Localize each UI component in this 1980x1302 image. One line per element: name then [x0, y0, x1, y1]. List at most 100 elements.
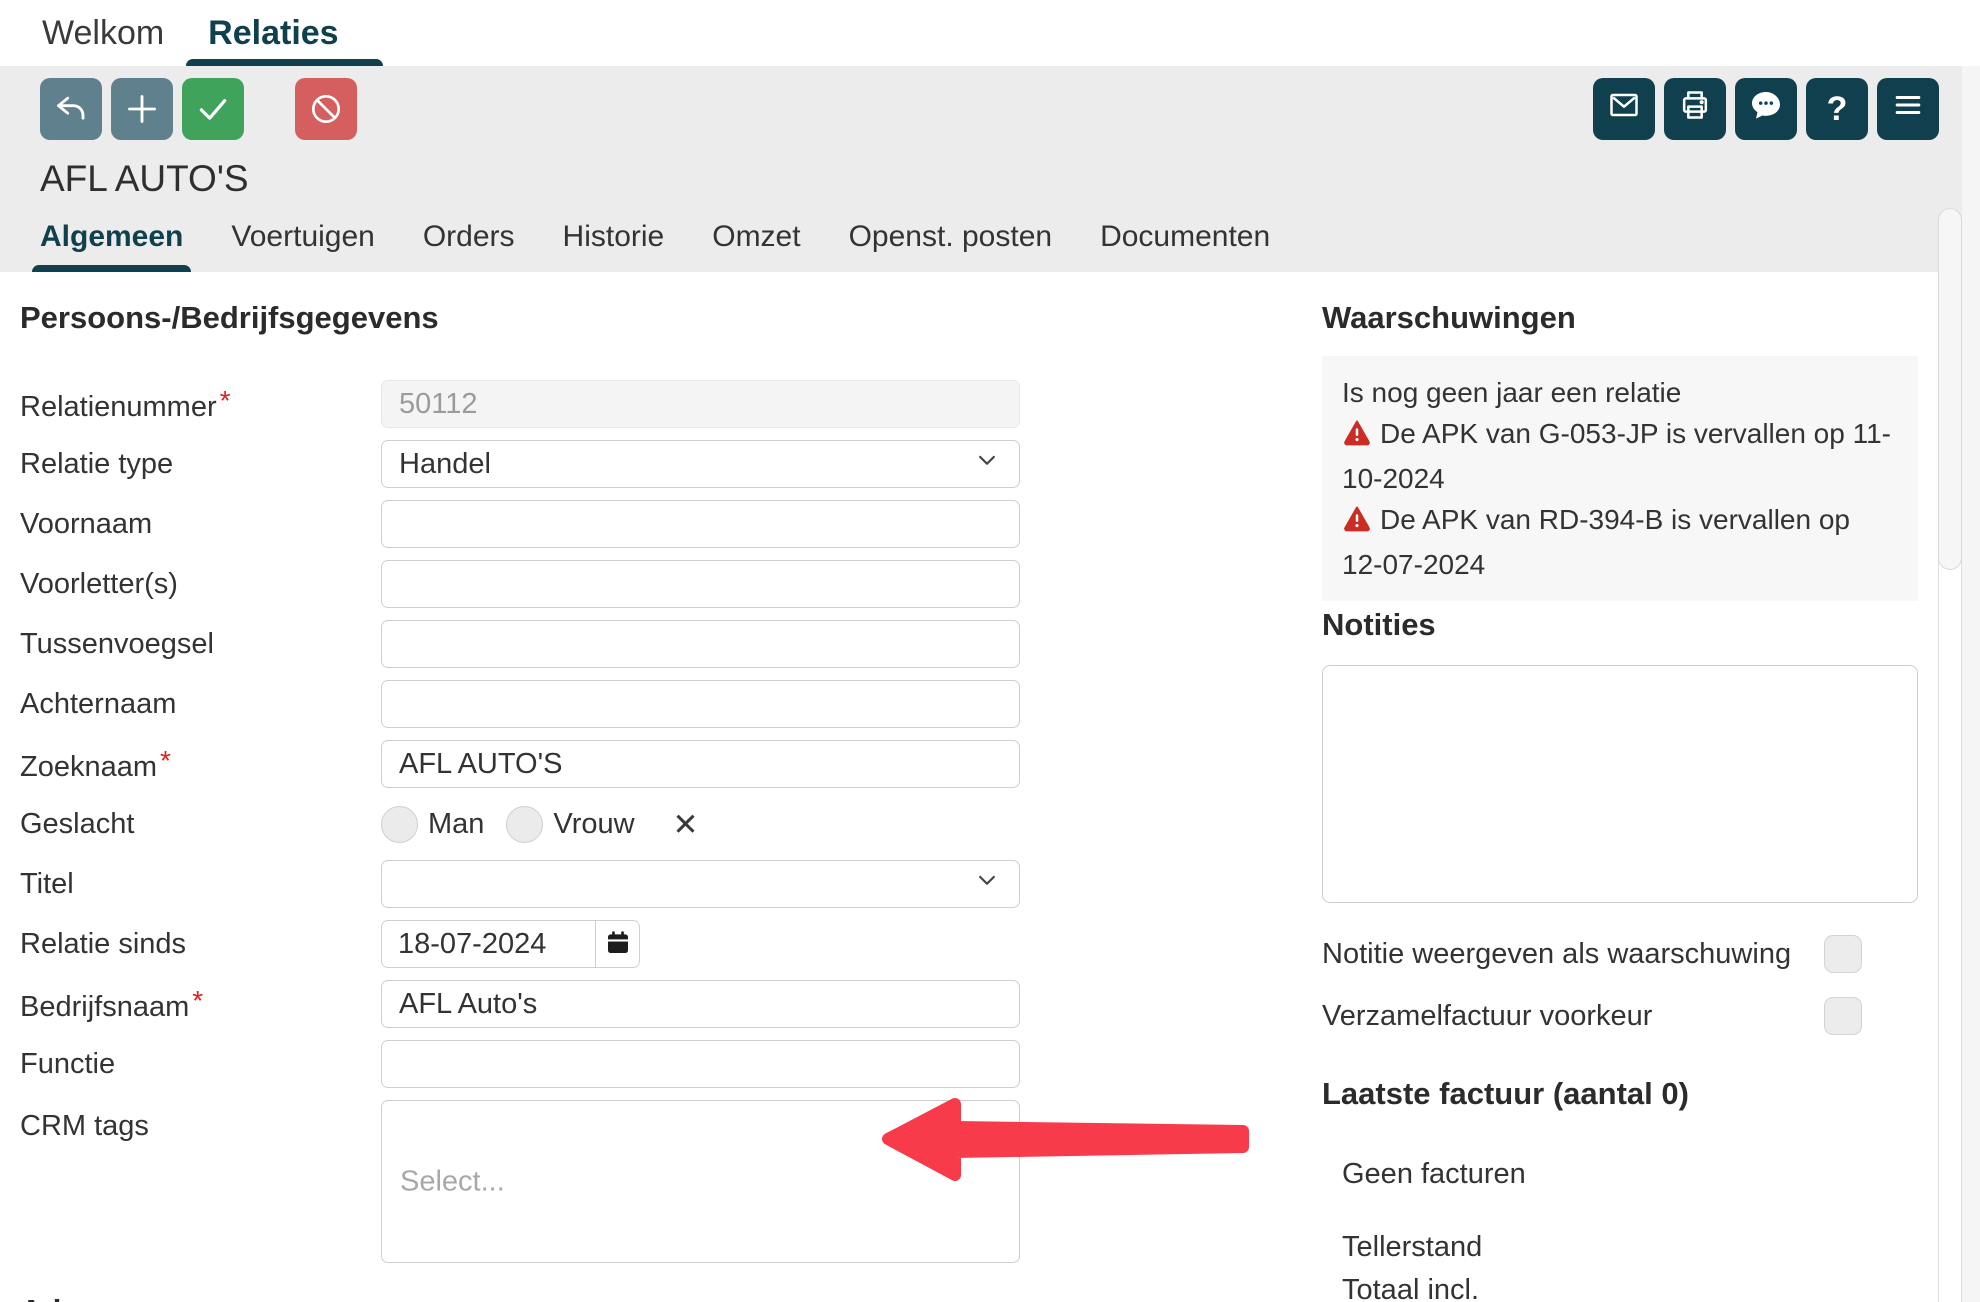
print-button[interactable]	[1664, 78, 1726, 140]
tab-algemeen[interactable]: Algemeen	[40, 220, 183, 272]
crm-tags-placeholder: Select...	[400, 1165, 505, 1198]
record-tab-bar: Algemeen Voertuigen Orders Historie Omze…	[40, 220, 1270, 272]
geslacht-vrouw-label: Vrouw	[553, 808, 634, 841]
tab-welkom-label: Welkom	[42, 14, 164, 53]
printer-icon	[1675, 85, 1715, 134]
warning-triangle-icon	[1342, 417, 1372, 458]
relatienummer-input	[381, 380, 1020, 428]
tab-voertuigen[interactable]: Voertuigen	[231, 220, 374, 272]
required-asterisk: *	[192, 985, 203, 1016]
note-warning-checkbox[interactable]	[1824, 935, 1862, 973]
functie-input[interactable]	[381, 1040, 1020, 1088]
tussenvoegsel-input[interactable]	[381, 620, 1020, 668]
person-company-form: Persoons-/Bedrijfsgegevens Relatienummer…	[20, 300, 1020, 1275]
clear-gender-icon[interactable]: ✕	[673, 809, 699, 840]
geslacht-man-label: Man	[428, 808, 484, 841]
warning-triangle-icon	[1342, 503, 1372, 544]
chevron-down-icon	[972, 445, 1002, 483]
tab-voertuigen-label: Voertuigen	[231, 220, 374, 253]
crm-tags-multiselect[interactable]: Select...	[381, 1100, 1020, 1263]
vertical-scrollbar-thumb[interactable]	[1938, 208, 1962, 570]
warnings-box: Is nog geen jaar een relatie De APK van …	[1322, 356, 1918, 601]
page-title: AFL AUTO'S	[40, 158, 249, 200]
bedrijfsnaam-input[interactable]	[381, 980, 1020, 1028]
email-button[interactable]	[1593, 78, 1655, 140]
titel-select[interactable]	[381, 860, 1020, 908]
ban-icon	[306, 89, 346, 129]
relatie-type-value: Handel	[399, 448, 491, 481]
collective-invoice-label: Verzamelfactuur voorkeur	[1322, 1000, 1652, 1033]
tab-documenten[interactable]: Documenten	[1100, 220, 1270, 272]
field-row-bedrijfsnaam: Bedrijfsnaam*	[20, 980, 1020, 1028]
field-row-voornaam: Voornaam	[20, 500, 1020, 548]
field-label: Zoeknaam*	[20, 745, 381, 784]
calendar-icon	[602, 927, 634, 962]
note-warning-row: Notitie weergeven als waarschuwing	[1322, 934, 1918, 974]
field-label: Titel	[20, 868, 381, 901]
collective-invoice-checkbox[interactable]	[1824, 997, 1862, 1035]
warning-line: Is nog geen jaar een relatie	[1342, 372, 1898, 413]
cancel-button[interactable]	[295, 78, 357, 140]
section-heading-adres: Adres gegevens	[20, 1293, 260, 1302]
notities-textarea[interactable]	[1322, 665, 1918, 903]
record-action-buttons	[40, 78, 366, 140]
voornaam-input[interactable]	[381, 500, 1020, 548]
tab-documenten-label: Documenten	[1100, 220, 1270, 253]
field-row-functie: Functie	[20, 1040, 1020, 1088]
geslacht-vrouw-radio[interactable]	[506, 806, 543, 843]
field-row-relatie-sinds: Relatie sinds 18-07-2024	[20, 920, 1020, 968]
field-row-zoeknaam: Zoeknaam*	[20, 740, 1020, 788]
utility-buttons: ?	[1593, 78, 1948, 140]
tab-openst-posten-label: Openst. posten	[849, 220, 1052, 253]
section-heading-persoons: Persoons-/Bedrijfsgegevens	[20, 300, 1020, 336]
tab-welkom[interactable]: Welkom	[20, 0, 186, 66]
field-row-crm-tags: CRM tags Select...	[20, 1100, 1020, 1263]
window-tab-bar: Welkom Relaties	[0, 0, 1980, 66]
required-asterisk: *	[220, 385, 231, 416]
calendar-button[interactable]	[595, 921, 639, 967]
add-button[interactable]	[111, 78, 173, 140]
tab-openst-posten[interactable]: Openst. posten	[849, 220, 1052, 272]
zoeknaam-input[interactable]	[381, 740, 1020, 788]
field-label: Relatie type	[20, 448, 381, 481]
field-row-titel: Titel	[20, 860, 1020, 908]
tellerstand-text: Tellerstand	[1342, 1231, 1918, 1264]
back-button[interactable]	[40, 78, 102, 140]
field-label: Bedrijfsnaam*	[20, 985, 381, 1024]
tab-relaties-label: Relaties	[208, 14, 338, 53]
help-button[interactable]: ?	[1806, 78, 1868, 140]
envelope-icon	[1604, 85, 1644, 134]
achternaam-input[interactable]	[381, 680, 1020, 728]
field-row-voorletters: Voorletter(s)	[20, 560, 1020, 608]
menu-button[interactable]	[1877, 78, 1939, 140]
required-asterisk: *	[160, 745, 171, 776]
field-label: Relatie sinds	[20, 928, 381, 961]
field-row-geslacht: Geslacht Man Vrouw ✕	[20, 800, 1020, 848]
tab-relaties[interactable]: Relaties	[186, 0, 360, 66]
chat-button[interactable]	[1735, 78, 1797, 140]
field-row-achternaam: Achternaam	[20, 680, 1020, 728]
geslacht-man-radio[interactable]	[381, 806, 418, 843]
tab-omzet[interactable]: Omzet	[712, 220, 800, 272]
field-label: Achternaam	[20, 688, 381, 721]
tab-orders[interactable]: Orders	[423, 220, 515, 272]
collective-invoice-row: Verzamelfactuur voorkeur	[1322, 996, 1918, 1036]
tab-historie-label: Historie	[563, 220, 665, 253]
field-row-relatienummer: Relatienummer*	[20, 380, 1020, 428]
field-label: CRM tags	[20, 1110, 381, 1143]
confirm-button[interactable]	[182, 78, 244, 140]
warning-line: De APK van RD-394-B is vervallen op 12-0…	[1342, 499, 1898, 585]
chat-bubble-icon	[1746, 85, 1786, 134]
voorletters-input[interactable]	[381, 560, 1020, 608]
tab-historie[interactable]: Historie	[563, 220, 665, 272]
relatie-sinds-date-field[interactable]: 18-07-2024	[381, 920, 640, 968]
laatste-factuur-heading: Laatste factuur (aantal 0)	[1322, 1076, 1918, 1112]
undo-arrow-icon	[51, 89, 91, 129]
field-row-relatie-type: Relatie type Handel	[20, 440, 1020, 488]
relatie-type-select[interactable]: Handel	[381, 440, 1020, 488]
app-window: Welkom Relaties	[0, 0, 1980, 1302]
content-area: Persoons-/Bedrijfsgegevens Relatienummer…	[0, 272, 1938, 1302]
field-label: Relatienummer*	[20, 385, 381, 424]
warnings-heading: Waarschuwingen	[1322, 300, 1918, 336]
geen-facturen-text: Geen facturen	[1342, 1158, 1918, 1191]
